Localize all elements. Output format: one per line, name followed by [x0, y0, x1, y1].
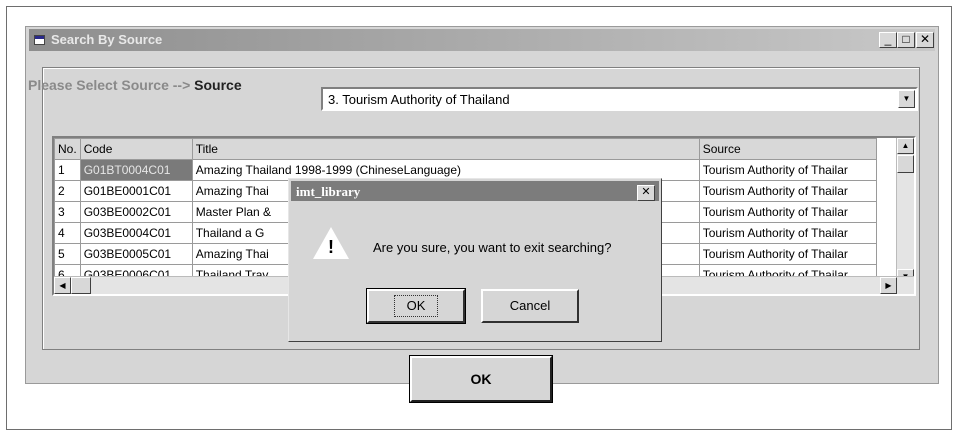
cell-no: 5	[54, 243, 81, 265]
chevron-down-icon[interactable]: ▼	[898, 90, 915, 108]
vertical-scrollbar[interactable]: ▲ ▼	[896, 138, 914, 286]
dialog-ok-button[interactable]: OK	[367, 289, 465, 323]
cell-code[interactable]: G03BE0005C01	[79, 243, 193, 265]
dialog-titlebar[interactable]: imt_library ✕	[291, 181, 659, 201]
cell-source[interactable]: Tourism Authority of Thailar	[698, 159, 877, 181]
vertical-scroll-thumb[interactable]	[897, 155, 914, 173]
cell-source[interactable]: Tourism Authority of Thailar	[698, 201, 877, 223]
source-dropdown-value: 3. Tourism Authority of Thailand	[328, 92, 510, 107]
warning-icon-glyph: !	[328, 237, 334, 257]
window-titlebar[interactable]: Search By Source _ □ ✕	[29, 29, 935, 51]
source-dropdown[interactable]: 3. Tourism Authority of Thailand ▼	[321, 87, 918, 111]
column-header-source[interactable]: Source	[698, 138, 877, 160]
cell-no: 4	[54, 222, 81, 244]
cell-no: 2	[54, 180, 81, 202]
cell-code[interactable]: G03BE0002C01	[79, 201, 193, 223]
confirm-dialog: imt_library ✕ ! Are you sure, you want t…	[288, 178, 662, 342]
minimize-button[interactable]: _	[879, 32, 897, 48]
close-button[interactable]: ✕	[916, 32, 934, 48]
dialog-ok-label: OK	[393, 295, 439, 317]
cell-source[interactable]: Tourism Authority of Thailar	[698, 243, 877, 265]
column-header-no[interactable]: No.	[54, 138, 81, 160]
scroll-left-icon[interactable]: ◀	[54, 277, 71, 294]
dialog-message: Are you sure, you want to exit searching…	[373, 240, 612, 255]
dialog-title: imt_library	[296, 184, 361, 199]
cell-no: 1	[54, 159, 81, 181]
column-header-code[interactable]: Code	[79, 138, 193, 160]
source-prompt: Please Select Source --> Source	[28, 77, 242, 93]
cell-source[interactable]: Tourism Authority of Thailar	[698, 180, 877, 202]
cell-code[interactable]: G01BT0004C01	[79, 159, 193, 181]
table-header-row: No. Code Title Source	[54, 138, 877, 160]
app-icon	[34, 35, 45, 45]
cell-no: 3	[54, 201, 81, 223]
column-header-title[interactable]: Title	[191, 138, 700, 160]
source-label: Source	[194, 77, 242, 93]
horizontal-scroll-thumb[interactable]	[71, 277, 91, 294]
ok-button[interactable]: OK	[410, 356, 552, 402]
maximize-button[interactable]: □	[897, 32, 915, 48]
dialog-cancel-button[interactable]: Cancel	[481, 289, 579, 323]
scroll-right-icon[interactable]: ▶	[880, 277, 897, 294]
source-prompt-text: Please Select Source -->	[28, 77, 191, 93]
cell-source[interactable]: Tourism Authority of Thailar	[698, 222, 877, 244]
dialog-close-button[interactable]: ✕	[637, 185, 655, 201]
cell-code[interactable]: G03BE0004C01	[79, 222, 193, 244]
scroll-up-icon[interactable]: ▲	[897, 138, 914, 154]
window-title: Search By Source	[51, 32, 163, 47]
cell-code[interactable]: G01BE0001C01	[79, 180, 193, 202]
